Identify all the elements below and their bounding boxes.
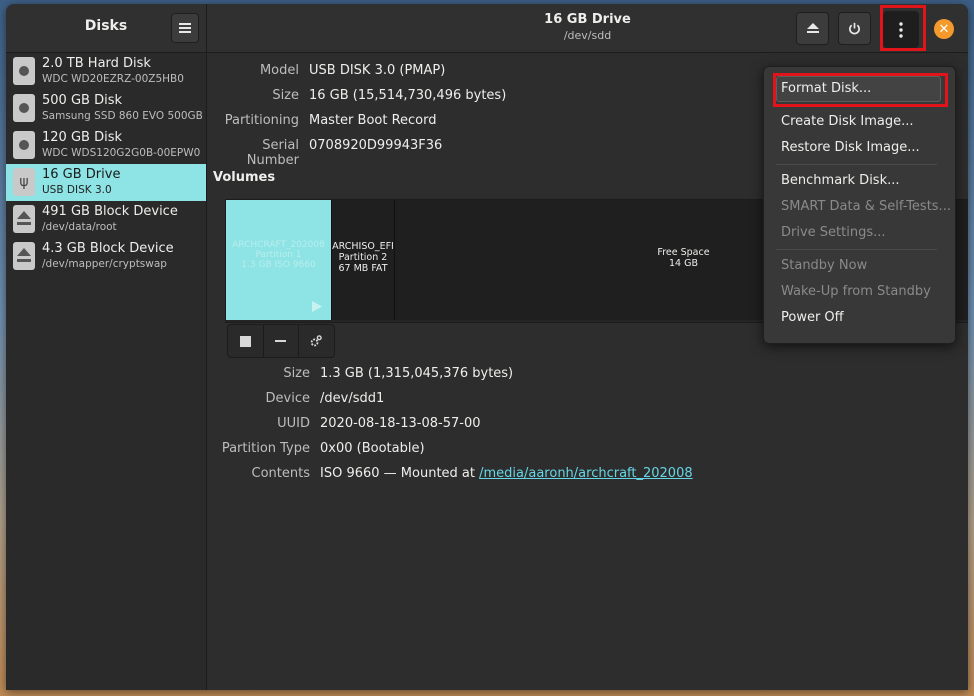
disk-name: 491 GB Block Device [42,204,178,219]
close-icon: ✕ [939,22,950,37]
contents-label: Contents [207,466,310,481]
main-header: 16 GB Drive /dev/sdd ✕ [207,4,968,53]
disk-item-selected[interactable]: ψ 16 GB Drive USB DISK 3.0 [6,164,206,201]
partition-type-label: Partition Type [207,441,310,456]
close-window-button[interactable]: ✕ [934,19,954,39]
disk-name: 120 GB Disk [42,130,122,145]
disk-model: USB DISK 3.0 [42,184,112,196]
disk-item[interactable]: 491 GB Block Device /dev/data/root [6,201,206,238]
disk-name: 4.3 GB Block Device [42,241,174,256]
menu-separator [776,249,937,250]
model-label: Model [207,63,299,78]
uuid-label: UUID [207,416,310,431]
hard-disk-icon [13,94,35,122]
menu-separator [776,164,937,165]
disk-item[interactable]: 120 GB Disk WDC WDS120G2G0B-00EPW0 [6,127,206,164]
create-disk-image-menu-item[interactable]: Create Disk Image... [781,114,914,129]
power-icon [848,22,861,35]
volume-partition-1[interactable]: ARCHCRAFT_202008 Partition 1 1.3 GB ISO … [226,200,331,320]
volume-partition-name: Partition 1 [226,250,331,260]
device-value: /dev/sdd1 [320,391,384,406]
power-off-button[interactable] [838,12,871,45]
mount-point-link[interactable]: /media/aaronh/archcraft_202008 [479,466,693,481]
stop-button[interactable] [228,325,264,357]
format-disk-highlight [773,73,948,107]
disk-item[interactable]: 500 GB Disk Samsung SSD 860 EVO 500GB [6,90,206,127]
volume-toolbar [227,324,335,358]
disk-model: Samsung SSD 860 EVO 500GB [42,110,203,122]
volume-label: ARCHISO_EFI [332,241,394,252]
volumes-heading: Volumes [213,170,275,185]
disk-model: /dev/data/root [42,221,117,233]
size-value: 16 GB (15,514,730,496 bytes) [309,88,506,103]
volume-partition-2[interactable]: ARCHISO_EFI Partition 2 67 MB FAT [331,200,394,320]
block-device-icon [13,205,35,233]
minus-icon [275,340,286,342]
partitioning-label: Partitioning [207,113,299,128]
sidebar-header: Disks [6,4,207,53]
disk-list: 2.0 TB Hard Disk WDC WD20EZRZ-00Z5HB0 50… [6,53,207,690]
partition-size-label: Size [207,366,310,381]
drive-settings-menu-item: Drive Settings... [781,225,886,240]
contents-value: ISO 9660 — Mounted at /media/aaronh/arch… [320,466,693,481]
uuid-value: 2020-08-18-13-08-57-00 [320,416,480,431]
model-value: USB DISK 3.0 (PMAP) [309,63,445,78]
serial-value: 0708920D99943F36 [309,138,442,153]
usb-drive-icon: ψ [13,168,35,196]
wake-up-menu-item: Wake-Up from Standby [781,284,931,299]
partition-type-value: 0x00 (Bootable) [320,441,425,456]
gears-icon [309,335,322,348]
volume-label: ARCHCRAFT_202008 [226,240,331,250]
disk-item[interactable]: 4.3 GB Block Device /dev/mapper/cryptswa… [6,238,206,275]
partition-settings-button[interactable] [298,325,333,357]
drive-options-menu: Format Disk... Create Disk Image... Rest… [763,66,956,344]
disk-model: WDC WDS120G2G0B-00EPW0 [42,147,200,159]
serial-label: Serial Number [207,138,299,168]
options-highlight [880,5,926,51]
contents-text: ISO 9660 — Mounted at [320,466,479,481]
smart-data-menu-item: SMART Data & Self-Tests... [781,199,951,214]
restore-disk-image-menu-item[interactable]: Restore Disk Image... [781,140,920,155]
disk-model: WDC WD20EZRZ-00Z5HB0 [42,73,184,85]
hard-disk-icon [13,131,35,159]
size-label: Size [207,88,299,103]
volume-partition-name: Partition 2 [332,252,394,263]
volume-size: 67 MB FAT [332,263,394,274]
partitioning-value: Master Boot Record [309,113,437,128]
block-device-icon [13,242,35,270]
disk-name: 2.0 TB Hard Disk [42,56,151,71]
partition-size-value: 1.3 GB (1,315,045,376 bytes) [320,366,513,381]
hard-disk-icon [13,57,35,85]
disk-name: 16 GB Drive [42,167,120,182]
volume-size: 1.3 GB ISO 9660 [226,260,331,270]
play-icon [312,301,322,312]
disk-model: /dev/mapper/cryptswap [42,258,167,270]
eject-button[interactable] [796,12,829,45]
power-off-menu-item[interactable]: Power Off [781,310,844,325]
delete-partition-button[interactable] [263,325,299,357]
disk-name: 500 GB Disk [42,93,122,108]
benchmark-disk-menu-item[interactable]: Benchmark Disk... [781,173,900,188]
app-menu-button[interactable] [171,13,199,43]
standby-now-menu-item: Standby Now [781,258,867,273]
disk-item[interactable]: 2.0 TB Hard Disk WDC WD20EZRZ-00Z5HB0 [6,53,206,90]
eject-icon [807,23,819,34]
stop-icon [240,336,251,347]
device-label: Device [207,391,310,406]
hamburger-icon [179,23,191,33]
